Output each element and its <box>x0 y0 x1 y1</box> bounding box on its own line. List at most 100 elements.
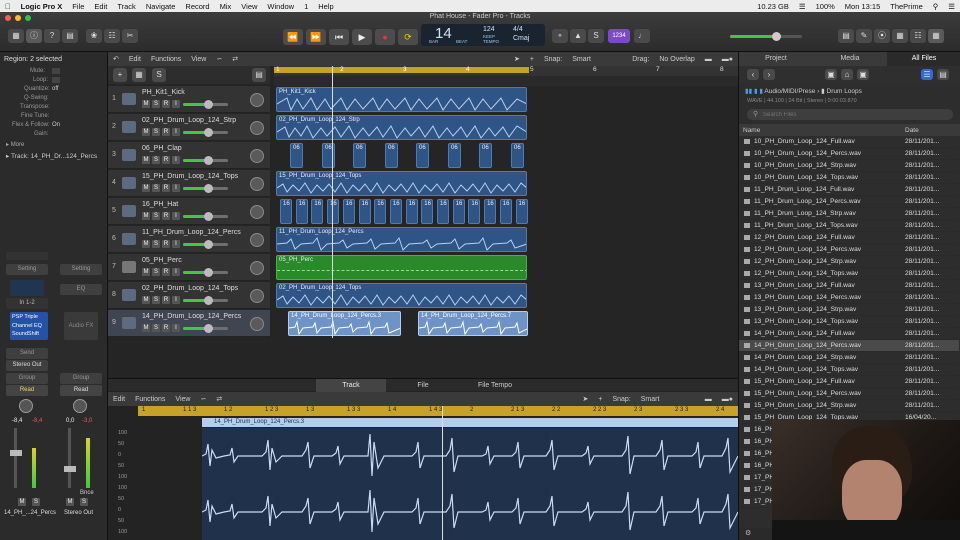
track-volume-fader[interactable] <box>183 268 228 277</box>
tab-media[interactable]: Media <box>813 52 887 66</box>
track-volume-fader[interactable] <box>183 156 228 165</box>
browser-icon[interactable]: ▦ <box>892 29 908 43</box>
list-view-icon[interactable]: ☰ <box>921 69 933 80</box>
region-percs-7[interactable]: 14_PH_Drum_Loop_124_Percs.7 <box>418 311 528 336</box>
track-header[interactable]: 2 02_PH_Drum_Loop_124_Strp M S R I <box>108 114 270 141</box>
pan-knob[interactable] <box>250 149 264 163</box>
region-clap-5[interactable]: 06 <box>416 143 429 168</box>
tracks-back-icon[interactable]: ↶ <box>108 55 124 63</box>
pencil-tool-icon[interactable]: + <box>525 56 539 63</box>
record-enable-button[interactable]: R <box>162 268 170 276</box>
library-toggle-icon[interactable]: ☷ <box>910 29 926 43</box>
file-row[interactable]: 10_PH_Drum_Loop_124_Percs.wav 28/11/201..… <box>739 148 959 160</box>
track-icon[interactable] <box>122 289 136 301</box>
tab-all-files[interactable]: All Files <box>887 52 960 66</box>
menu-window[interactable]: Window <box>262 2 299 11</box>
strip2-bounce-label[interactable]: Bnce <box>80 490 94 496</box>
mute-button[interactable]: M <box>142 268 150 276</box>
file-row[interactable]: 13_PH_Drum_Loop_124_Tops.wav 28/11/201... <box>739 316 959 328</box>
regions-area[interactable]: PH_Kit1_Kick 02_PH_Drum_Loop_124_Strp 06… <box>274 66 738 338</box>
file-row[interactable]: 11_PH_Drum_Loop_124_Full.wav 28/11/201... <box>739 184 959 196</box>
strip1-automation-mode[interactable]: Read <box>6 385 48 396</box>
track-volume-fader[interactable] <box>183 100 228 109</box>
region-tops-2[interactable]: 02_PH_Drum_Loop_124_Tops <box>276 283 527 308</box>
menu-1[interactable]: 1 <box>299 2 313 11</box>
strip2-pan-knob[interactable] <box>73 399 87 413</box>
track-icon[interactable] <box>122 205 136 217</box>
region-clap-2[interactable]: 06 <box>322 143 335 168</box>
track-header[interactable]: 1 PH_Kit1_Kick M S R I <box>108 86 270 113</box>
strip1-input-slot[interactable]: In 1-2 <box>6 298 48 309</box>
input-monitor-button[interactable]: I <box>172 296 180 304</box>
pan-knob[interactable] <box>250 93 264 107</box>
track-header[interactable]: 6 11_PH_Drum_Loop_124_Percs M S R I <box>108 226 270 253</box>
snap-select[interactable]: Smart <box>567 56 627 63</box>
pan-knob[interactable] <box>250 233 264 247</box>
record-enable-button[interactable]: R <box>162 324 170 332</box>
track-icon[interactable] <box>122 93 136 105</box>
record-enable-button[interactable]: R <box>162 100 170 108</box>
list-editors-icon[interactable]: ▤ <box>838 29 854 43</box>
file-row[interactable]: 11_PH_Drum_Loop_124_Strp.wav 28/11/201... <box>739 208 959 220</box>
file-row[interactable]: 13_PH_Drum_Loop_124_Percs.wav 28/11/201..… <box>739 292 959 304</box>
pan-knob[interactable] <box>250 261 264 275</box>
param-quantize-value[interactable]: off <box>52 86 59 92</box>
record-enable-button[interactable]: R <box>162 212 170 220</box>
project-folder-icon[interactable]: ▣ <box>857 69 869 80</box>
region-clap-4[interactable]: 06 <box>385 143 398 168</box>
action-gear-icon[interactable]: ⚙ <box>745 529 751 537</box>
app-menu[interactable]: Logic Pro X <box>16 2 68 11</box>
file-row[interactable]: 10_PH_Drum_Loop_124_Tops.wav 28/11/201... <box>739 172 959 184</box>
file-row[interactable]: 12_PH_Drum_Loop_124_Tops.wav 28/11/201... <box>739 268 959 280</box>
tracks-view-menu[interactable]: View <box>186 56 211 63</box>
region-hat-15[interactable]: 16 <box>499 199 512 224</box>
track-name[interactable]: 05_PH_Perc <box>142 257 182 264</box>
plugin-channel-eq[interactable]: Channel EQ <box>12 322 46 331</box>
region-hat-16[interactable]: 16 <box>515 199 528 224</box>
search-input[interactable] <box>763 110 943 119</box>
timeline-ruler[interactable]: 1 2 3 4 5 6 7 8 <box>274 66 738 76</box>
region-hat-13[interactable]: 16 <box>468 199 481 224</box>
strip1-pan-knob[interactable] <box>19 399 33 413</box>
toolbar-icon[interactable]: ▤ <box>62 29 78 43</box>
track-header[interactable]: 5 16_PH_Hat M S R I <box>108 198 270 225</box>
forward-arrow-icon[interactable]: › <box>763 69 775 80</box>
track-header[interactable]: 7 05_PH_Perc M S R I <box>108 254 270 281</box>
track-inspector-header[interactable]: ▸ Track: 14_PH_Dr...124_Percs <box>6 152 97 160</box>
input-monitor-button[interactable]: I <box>172 212 180 220</box>
catch-icon[interactable]: ∽ <box>211 55 227 63</box>
region-hat-group[interactable]: 16 16 16 16 16 16 16 16 16 16 16 16 16 16 16 16 <box>276 199 528 224</box>
strip1-solo-button[interactable]: S <box>32 498 40 506</box>
region-clap-3[interactable]: 06 <box>353 143 366 168</box>
track-icon[interactable] <box>122 177 136 189</box>
region-hat-12[interactable]: 16 <box>452 199 465 224</box>
flex-icon[interactable]: ⇄ <box>227 55 243 63</box>
track-header[interactable]: 9 14_PH_Drum_Loop_124_Percs M S R I <box>108 310 270 337</box>
loop-checkbox[interactable] <box>52 77 60 83</box>
editor-playhead[interactable] <box>442 406 443 540</box>
path-folder[interactable]: Drum Loops <box>827 88 862 95</box>
strip1-send-slot[interactable]: Send <box>6 348 48 359</box>
region-percs-3[interactable]: 14_PH_Drum_Loop_124_Percs.3 <box>288 311 401 336</box>
strip2-automation-mode[interactable]: Read <box>60 385 102 396</box>
editor-region-bar[interactable]: 14_PH_Drum_Loop_124_Percs.3 <box>202 418 738 427</box>
record-enable-button[interactable]: R <box>162 156 170 164</box>
strip1-fader-cap[interactable] <box>10 450 22 456</box>
editor-view-menu[interactable]: View <box>170 396 195 403</box>
more-label[interactable]: ▸ More <box>6 141 24 148</box>
record-enable-button[interactable]: R <box>162 184 170 192</box>
loops-icon[interactable]: ⦿ <box>874 29 890 43</box>
mute-button[interactable]: M <box>142 296 150 304</box>
strip2-group-slot[interactable]: Group <box>60 373 102 384</box>
strip1-setting-button[interactable]: Setting <box>6 264 48 275</box>
fast-forward-button[interactable]: ⏩ <box>306 29 326 45</box>
track-volume-fader[interactable] <box>183 324 228 333</box>
strip2-mute-button[interactable]: M <box>66 498 74 506</box>
track-volume-fader[interactable] <box>183 296 228 305</box>
region-hat-2[interactable]: 16 <box>295 199 308 224</box>
file-row[interactable]: 15_PH_Drum_Loop_124_Percs.wav 28/11/201..… <box>739 388 959 400</box>
region-perc-midi[interactable]: 05_PH_Perc <box>276 255 527 280</box>
pan-knob[interactable] <box>250 121 264 135</box>
clock[interactable]: Mon 13:15 <box>840 2 885 11</box>
menu-file[interactable]: File <box>67 2 89 11</box>
